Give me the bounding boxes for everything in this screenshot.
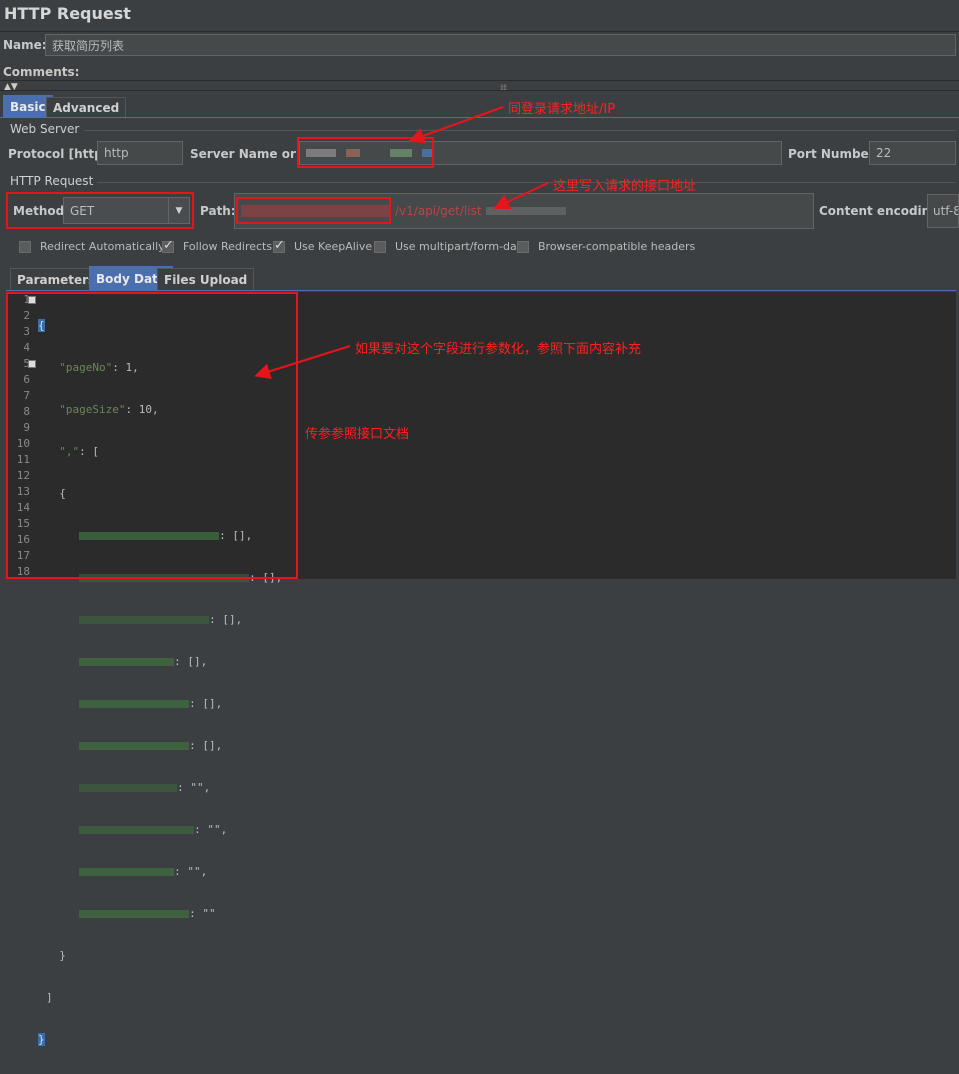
annotation-field: 如果要对这个字段进行参数化，参照下面内容补充 — [355, 342, 642, 357]
code-token: : "" — [189, 907, 216, 920]
annotation-arrow — [493, 182, 549, 210]
redacted-key — [79, 910, 190, 918]
redacted-key — [79, 700, 190, 708]
code-token: : "", — [194, 823, 228, 836]
redacted-key — [79, 658, 175, 666]
code-token: : "", — [177, 781, 211, 794]
redacted-key — [79, 784, 178, 792]
code-token: } — [38, 1033, 45, 1046]
code-token: : "", — [174, 865, 208, 878]
annotation-arrow — [254, 345, 351, 380]
code-token: : [], — [189, 739, 223, 752]
redacted-key — [79, 616, 210, 624]
code-token: : [], — [174, 655, 208, 668]
code-token: : [], — [189, 697, 223, 710]
code-token: : [], — [209, 613, 243, 626]
code-token: ] — [46, 991, 53, 1004]
annotation-arrows — [254, 106, 549, 380]
annotation-server: 同登录请求地址/IP — [508, 102, 616, 117]
redacted-key — [79, 826, 195, 834]
annotation-doc: 传参参照接口文档 — [305, 427, 410, 442]
code-token: } — [46, 949, 66, 962]
redacted-key — [79, 742, 190, 750]
annotation-path: 这里写入请求的接口地址 — [553, 179, 697, 194]
annotation-arrow — [408, 106, 504, 144]
redacted-key — [79, 868, 175, 876]
